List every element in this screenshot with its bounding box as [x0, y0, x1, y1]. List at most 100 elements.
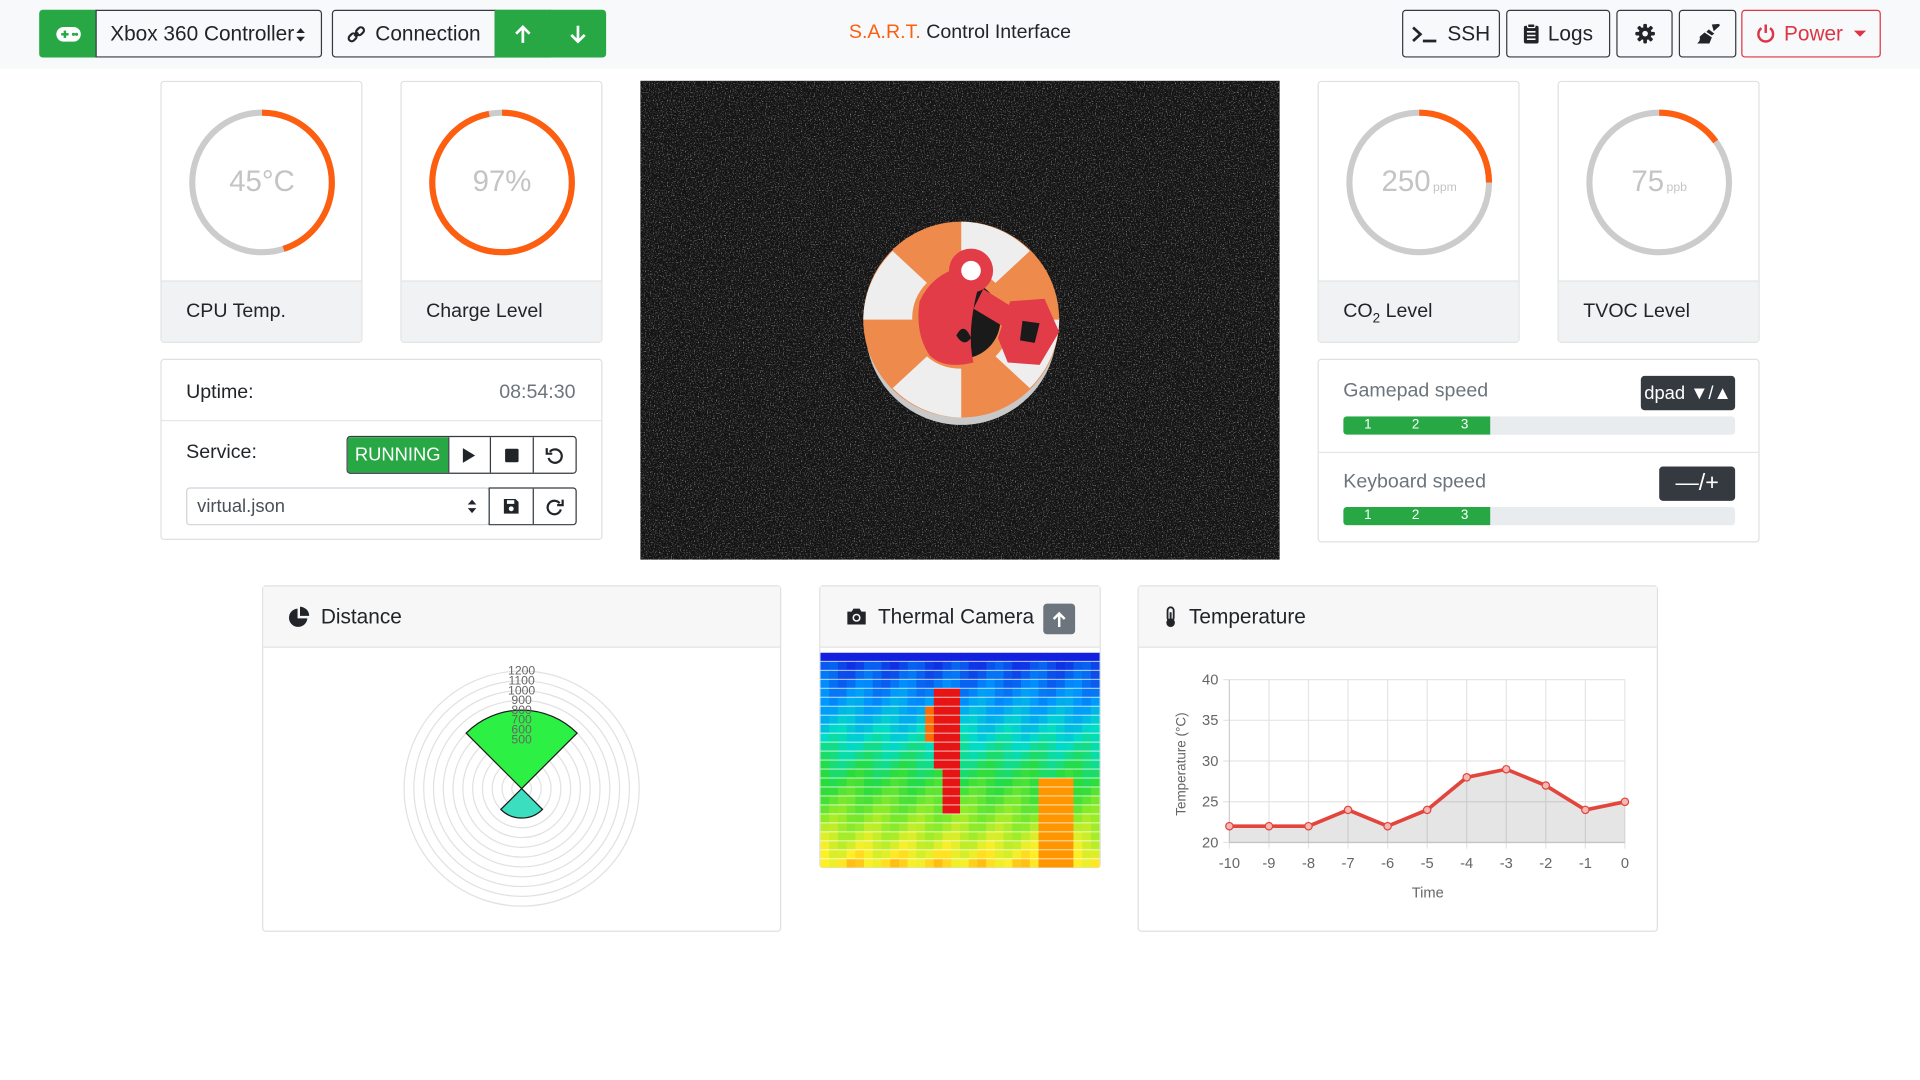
- thermal-pixel: [1047, 670, 1057, 679]
- thermal-pixel: [1073, 787, 1083, 796]
- thermal-pixel: [890, 814, 900, 823]
- thermal-pixel: [1021, 715, 1031, 724]
- thermal-pixel: [925, 733, 935, 742]
- thermal-pixel: [881, 814, 891, 823]
- thermal-pixel: [881, 733, 891, 742]
- thermal-pixel: [907, 859, 917, 868]
- thermal-pixel: [907, 688, 917, 697]
- thermal-heatmap: [820, 652, 1100, 868]
- thermal-pixel: [1003, 760, 1013, 769]
- thermal-pixel: [942, 823, 952, 832]
- thermal-pixel: [942, 724, 952, 733]
- thermal-pixel: [864, 769, 874, 778]
- camera-feed: [640, 80, 1280, 560]
- power-icon: [1757, 24, 1775, 43]
- thermal-pixel: [890, 796, 900, 805]
- thermal-pixel: [942, 733, 952, 742]
- reload-config-button[interactable]: [532, 488, 576, 525]
- connection-button[interactable]: Connection: [331, 9, 496, 58]
- thermal-pixel: [1029, 715, 1039, 724]
- thermal-pixel: [933, 688, 943, 697]
- thermal-pixel: [898, 769, 909, 778]
- gamepad-speed-bar[interactable]: 1 2 3: [1343, 416, 1736, 435]
- x-tick-label: -9: [1262, 856, 1275, 872]
- keyboard-speed-bar[interactable]: 1 2 3: [1343, 506, 1736, 526]
- data-point: [1422, 805, 1432, 815]
- ssh-button[interactable]: SSH: [1402, 9, 1501, 58]
- thermal-pixel: [846, 814, 856, 823]
- gauge-unit: ppm: [1433, 181, 1457, 195]
- logs-button[interactable]: Logs: [1506, 9, 1611, 58]
- thermal-pixel: [1082, 661, 1092, 670]
- thermal-pixel: [820, 697, 830, 706]
- settings-button[interactable]: [1616, 9, 1673, 58]
- service-label: Service:: [186, 442, 257, 463]
- thermal-pixel: [960, 742, 970, 751]
- y-tick-label: 35: [1202, 713, 1218, 729]
- thermal-pixel: [890, 688, 900, 697]
- thermal-pixel: [1012, 832, 1022, 841]
- save-config-button[interactable]: [490, 489, 533, 525]
- keyboard-speed-toggle[interactable]: —/+: [1659, 466, 1736, 501]
- thermal-pixel: [986, 652, 996, 661]
- thermal-pixel: [881, 850, 891, 859]
- thermal-pixel: [1029, 706, 1039, 715]
- thermal-pixel: [820, 652, 830, 661]
- charge-level-card: 97% Charge Level: [400, 80, 603, 343]
- thermal-pixel: [960, 697, 970, 706]
- config-select[interactable]: virtual.json: [186, 487, 490, 526]
- play-icon: [463, 447, 476, 463]
- thermal-pixel: [820, 832, 830, 841]
- thermal-pixel: [1073, 778, 1083, 787]
- thermal-pixel: [1082, 805, 1092, 814]
- thermal-pixel: [960, 841, 970, 850]
- broom-icon: [1696, 23, 1720, 44]
- chevron-down-icon: [1854, 30, 1867, 37]
- upload-arrow-button[interactable]: [494, 9, 552, 58]
- stop-service-button[interactable]: [490, 437, 533, 473]
- restart-service-button[interactable]: [532, 437, 576, 473]
- thermal-pixel: [1090, 814, 1100, 823]
- x-tick-label: -5: [1421, 856, 1434, 872]
- thermal-pixel: [898, 706, 909, 715]
- thermal-pixel: [829, 850, 839, 859]
- download-arrow-button[interactable]: [549, 9, 607, 58]
- thermal-pixel: [977, 733, 987, 742]
- thermal-pixel: [942, 841, 952, 850]
- gamepad-icon-button[interactable]: [39, 9, 97, 58]
- arrow-up-icon: [515, 24, 531, 43]
- thermal-pixel: [864, 742, 874, 751]
- thermal-pixel: [837, 823, 847, 832]
- thermal-pixel: [890, 787, 900, 796]
- thermal-pixel: [907, 841, 917, 850]
- thermal-pixel: [968, 796, 978, 805]
- thermal-pixel: [1090, 733, 1100, 742]
- power-dropdown-button[interactable]: Power: [1741, 9, 1881, 58]
- thermal-pixel: [1090, 805, 1100, 814]
- thermal-pixel: [916, 832, 926, 841]
- thermal-pixel: [933, 778, 943, 787]
- controller-select[interactable]: Xbox 360 Controller: [95, 9, 323, 58]
- thermal-pixel: [820, 724, 830, 733]
- clean-button[interactable]: [1678, 9, 1737, 58]
- thermal-pixel: [881, 778, 891, 787]
- thermal-pixel: [916, 652, 926, 661]
- data-point: [1343, 805, 1353, 815]
- thermal-pixel: [951, 670, 961, 679]
- thermal-pixel: [1082, 859, 1092, 868]
- temperature-panel: Temperature 20 25 30 35 40 -10 -9 -8 -7 -6 -5 -4 -3-…: [1137, 585, 1658, 932]
- thermal-pixel: [890, 706, 900, 715]
- temperature-chart-group: 2025303540-10 -9 -8 -7 -6 -5 -4 -3 -2 -1 0: [1202, 672, 1630, 872]
- thermal-pixel: [942, 670, 952, 679]
- thermal-pixel: [968, 850, 978, 859]
- thermal-pixel: [864, 661, 874, 670]
- thermal-upload-button[interactable]: [1043, 603, 1076, 635]
- thermal-pixel: [968, 787, 978, 796]
- gamepad-speed-toggle[interactable]: dpad ▼/▲: [1640, 375, 1736, 411]
- start-service-button[interactable]: [447, 437, 491, 473]
- thermal-pixel: [925, 679, 935, 688]
- thermal-pixel: [1055, 706, 1066, 715]
- thermal-pixel: [1012, 841, 1022, 850]
- thermal-pixel: [1090, 706, 1100, 715]
- connection-label: Connection: [375, 21, 481, 45]
